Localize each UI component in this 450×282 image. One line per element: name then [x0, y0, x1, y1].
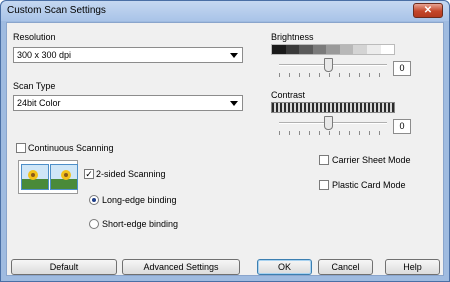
brightness-slider-track[interactable] — [279, 64, 387, 66]
window-title: Custom Scan Settings — [7, 5, 106, 16]
resolution-label: Resolution — [13, 32, 56, 42]
check-icon: ✓ — [85, 169, 93, 179]
front-page-icon — [21, 164, 49, 190]
close-icon: ✕ — [423, 5, 433, 16]
resolution-value: 300 x 300 dpi — [17, 50, 72, 60]
contrast-slider-track[interactable] — [279, 122, 387, 124]
cancel-button[interactable]: Cancel — [318, 259, 373, 275]
contrast-ticks — [279, 131, 388, 135]
brightness-ticks — [279, 73, 388, 77]
back-page-icon — [50, 164, 78, 190]
continuous-scanning-label: Continuous Scanning — [28, 143, 114, 153]
carrier-sheet-mode-label: Carrier Sheet Mode — [332, 155, 411, 165]
long-edge-binding-radio[interactable] — [89, 195, 99, 205]
advanced-settings-button[interactable]: Advanced Settings — [122, 259, 240, 275]
contrast-slider-thumb[interactable] — [324, 116, 333, 130]
default-button[interactable]: Default — [11, 259, 117, 275]
close-button[interactable]: ✕ — [413, 3, 443, 18]
duplex-page-icon — [18, 160, 78, 194]
brightness-label: Brightness — [271, 32, 314, 42]
resolution-select[interactable]: 300 x 300 dpi — [13, 47, 243, 63]
dialog-body: Resolution 300 x 300 dpi Scan Type 24bit… — [6, 22, 444, 276]
title-bar[interactable]: Custom Scan Settings ✕ — [1, 1, 449, 21]
scan-type-value: 24bit Color — [17, 98, 61, 108]
scan-type-select[interactable]: 24bit Color — [13, 95, 243, 111]
plastic-card-mode-label: Plastic Card Mode — [332, 180, 406, 190]
brightness-value-field[interactable]: 0 — [393, 61, 411, 76]
help-button[interactable]: Help — [385, 259, 440, 275]
short-edge-binding-label: Short-edge binding — [102, 219, 179, 229]
two-sided-scanning-label: 2-sided Scanning — [96, 169, 166, 179]
dialog-window: Custom Scan Settings ✕ Resolution 300 x … — [0, 0, 450, 282]
contrast-label: Contrast — [271, 90, 306, 100]
chevron-down-icon — [230, 53, 238, 58]
long-edge-binding-label: Long-edge binding — [102, 195, 177, 205]
ok-button[interactable]: OK — [257, 259, 312, 275]
continuous-scanning-checkbox[interactable] — [16, 143, 26, 153]
carrier-sheet-mode-checkbox[interactable] — [319, 155, 329, 165]
two-sided-scanning-checkbox[interactable]: ✓ — [84, 169, 94, 179]
brightness-slider-thumb[interactable] — [324, 58, 333, 72]
brightness-scale — [271, 44, 395, 55]
plastic-card-mode-checkbox[interactable] — [319, 180, 329, 190]
contrast-scale — [271, 102, 395, 113]
scan-type-label: Scan Type — [13, 81, 56, 91]
chevron-down-icon — [230, 101, 238, 106]
contrast-value-field[interactable]: 0 — [393, 119, 411, 134]
short-edge-binding-radio[interactable] — [89, 219, 99, 229]
